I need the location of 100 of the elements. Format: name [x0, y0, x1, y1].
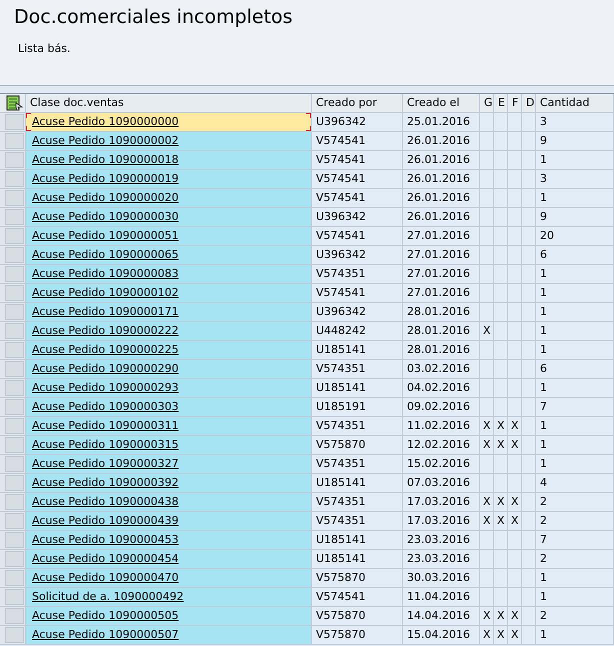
- column-header[interactable]: Creado el: [403, 94, 480, 112]
- row-selector[interactable]: [5, 304, 24, 320]
- table-cell: 1: [536, 436, 614, 454]
- row-selector[interactable]: [5, 285, 24, 301]
- row-selector[interactable]: [5, 323, 24, 339]
- row-selector[interactable]: [5, 570, 24, 586]
- table-cell: 9: [536, 208, 614, 226]
- row-selector[interactable]: [5, 342, 24, 358]
- table-cell: V575870: [312, 436, 403, 454]
- table-cell: U185191: [312, 398, 403, 416]
- row-selector[interactable]: [5, 266, 24, 282]
- table-cell: 17.03.2016: [403, 512, 480, 530]
- table-cell: 2: [536, 493, 614, 511]
- table-cell: V575870: [312, 607, 403, 625]
- table-cell: 2: [536, 550, 614, 568]
- table-cell: 14.04.2016: [403, 607, 480, 625]
- table-cell: 11.04.2016: [403, 588, 480, 606]
- table-cell: U185141: [312, 379, 403, 397]
- row-selector[interactable]: [5, 380, 24, 396]
- table-cell: 4: [536, 474, 614, 492]
- table-cell: 1: [536, 322, 614, 340]
- column-header[interactable]: G: [480, 94, 494, 112]
- row-selector[interactable]: [5, 399, 24, 415]
- table-cell: 6: [536, 246, 614, 264]
- row-selector[interactable]: [5, 627, 24, 643]
- table-cell: V574351: [312, 455, 403, 473]
- row-selector[interactable]: [5, 513, 24, 529]
- table-cell: 26.01.2016: [403, 151, 480, 169]
- table-cell: V575870: [312, 626, 403, 644]
- row-selector[interactable]: [5, 190, 24, 206]
- row-selector[interactable]: [5, 551, 24, 567]
- layout-icon[interactable]: [6, 95, 23, 111]
- row-selector[interactable]: [5, 209, 24, 225]
- table-cell: X: [508, 417, 522, 435]
- table-cell: U396342: [312, 303, 403, 321]
- table-cell: 26.01.2016: [403, 189, 480, 207]
- table-cell: X: [480, 436, 494, 454]
- row-selector[interactable]: [5, 494, 24, 510]
- table-cell: 27.01.2016: [403, 284, 480, 302]
- table-cell: U396342: [312, 246, 403, 264]
- table-cell: 1: [536, 265, 614, 283]
- table-cell: 28.01.2016: [403, 303, 480, 321]
- row-selector[interactable]: [5, 589, 24, 605]
- table-cell: X: [480, 322, 494, 340]
- table-cell: 1: [536, 626, 614, 644]
- table-cell: 28.01.2016: [403, 322, 480, 340]
- table-cell: U185141: [312, 531, 403, 549]
- table-cell: 26.01.2016: [403, 132, 480, 150]
- table-cell: X: [494, 493, 508, 511]
- table-cell: 30.03.2016: [403, 569, 480, 587]
- table-cell: X: [494, 512, 508, 530]
- table-cell: 26.01.2016: [403, 208, 480, 226]
- table-cell: 07.03.2016: [403, 474, 480, 492]
- table-cell: V574541: [312, 189, 403, 207]
- row-selector[interactable]: [5, 171, 24, 187]
- table-cell: X: [480, 493, 494, 511]
- table-cell: X: [508, 493, 522, 511]
- row-selector[interactable]: [5, 152, 24, 168]
- row-selector[interactable]: [5, 437, 24, 453]
- row-selector[interactable]: [5, 456, 24, 472]
- table-cell: X: [494, 626, 508, 644]
- table-cell: 6: [536, 360, 614, 378]
- table-cell: V574351: [312, 360, 403, 378]
- row-selector[interactable]: [5, 361, 24, 377]
- row-selector[interactable]: [5, 532, 24, 548]
- row-selector[interactable]: [5, 418, 24, 434]
- table-cell: 04.02.2016: [403, 379, 480, 397]
- table-cell: V575870: [312, 569, 403, 587]
- column-header[interactable]: E: [494, 94, 508, 112]
- table-cell: V574351: [312, 512, 403, 530]
- row-selector[interactable]: [5, 228, 24, 244]
- table-cell: U185141: [312, 341, 403, 359]
- table-cell: 26.01.2016: [403, 170, 480, 188]
- table-cell: 25.01.2016: [403, 113, 480, 131]
- table-cell: 28.01.2016: [403, 341, 480, 359]
- table-cell: V574351: [312, 493, 403, 511]
- column-header[interactable]: D: [522, 94, 536, 112]
- column-header[interactable]: Creado por: [312, 94, 403, 112]
- row-selector[interactable]: [5, 247, 24, 263]
- table-cell: X: [480, 512, 494, 530]
- table-cell: 1: [536, 379, 614, 397]
- table-cell: 23.03.2016: [403, 531, 480, 549]
- table-cell: V574541: [312, 132, 403, 150]
- table-cell: 09.02.2016: [403, 398, 480, 416]
- table-cell: 15.02.2016: [403, 455, 480, 473]
- table-cell: 17.03.2016: [403, 493, 480, 511]
- table-cell: U396342: [312, 208, 403, 226]
- table-cell: 1: [536, 341, 614, 359]
- table-cell: 1: [536, 151, 614, 169]
- column-header[interactable]: Clase doc.ventas: [26, 94, 312, 112]
- row-selector[interactable]: [5, 608, 24, 624]
- row-selector[interactable]: [5, 133, 24, 149]
- column-header[interactable]: F: [508, 94, 522, 112]
- table-cell: V574541: [312, 227, 403, 245]
- table-cell: 3: [536, 113, 614, 131]
- column-header[interactable]: Cantidad: [536, 94, 614, 112]
- row-selector[interactable]: [5, 475, 24, 491]
- table-cell: V574541: [312, 170, 403, 188]
- table-cell: V574541: [312, 151, 403, 169]
- table-cell: X: [508, 512, 522, 530]
